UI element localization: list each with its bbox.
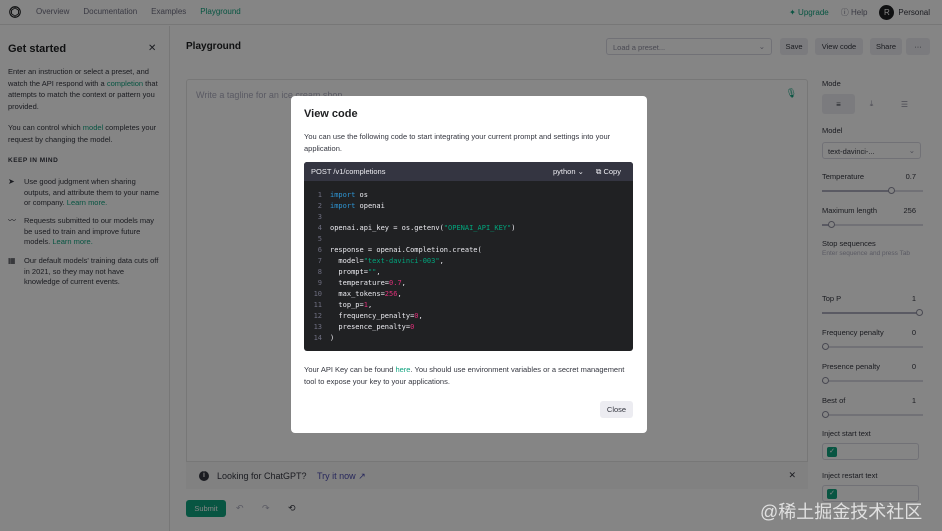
code-token: prompt= [330,268,368,276]
code-text: max_tokens=256, [326,289,402,300]
code-text: import os [326,190,368,201]
code-line: 5 [304,234,633,245]
code-token: ) [511,224,516,232]
code-text: prompt="", [326,267,381,278]
view-code-modal: View code You can use the following code… [291,96,647,433]
code-token: os [355,191,368,199]
code-line: 12 frequency_penalty=0, [304,311,633,322]
line-number: 13 [313,323,322,331]
line-number: 6 [317,246,322,254]
code-token: "OPENAI_API_KEY" [443,224,512,232]
code-token: openai.api_key = os.getenv( [330,224,444,232]
code-token: model= [330,257,364,265]
code-text: frequency_penalty=0, [326,311,423,322]
code-token: 0 [410,323,415,331]
line-number: 1 [317,191,322,199]
api-key-note: Your API Key can be found here. You shou… [304,365,625,386]
line-number: 3 [317,213,322,221]
line-number: 2 [317,202,322,210]
code-line: 9 temperature=0.7, [304,278,633,289]
code-line: 1 import os [304,190,633,201]
code-token: 256 [384,290,398,298]
api-key-link[interactable]: here [395,365,410,374]
line-number: 12 [313,312,322,320]
line-number: 5 [317,235,322,243]
code-token: max_tokens= [330,290,385,298]
code-token: presence_penalty= [330,323,411,331]
code-block: POST /v1/completions python ⌄ ⧉ Copy 1 im… [304,162,633,351]
code-line: 4 openai.api_key = os.getenv("OPENAI_API_… [304,223,633,234]
code-text: ) [326,333,334,344]
code-line: 13 presence_penalty=0 [304,322,633,333]
code-line: 14) [304,333,633,344]
close-button[interactable]: Close [600,401,633,418]
code-lines: 1 import os 2 import openai 3 4 openai.api_key… [304,190,633,344]
code-token: frequency_penalty= [330,312,415,320]
code-line: 2 import openai [304,201,633,212]
line-number: 7 [317,257,322,265]
code-token: openai [355,202,385,210]
modal-intro: You can use the following code to start … [304,132,611,153]
code-text: presence_penalty=0 [326,322,414,333]
code-text: model="text-davinci-003", [326,256,444,267]
line-number: 11 [313,301,322,309]
code-token: import [330,202,356,210]
code-token: import [330,191,356,199]
code-text: import openai [326,201,385,212]
code-token: , [376,268,381,276]
modal-title: View code [304,108,358,120]
code-token: , [439,257,444,265]
line-number: 10 [313,290,322,298]
code-token: response = openai.Completion.create( [330,246,482,254]
code-line: 8 prompt="", [304,267,633,278]
copy-button[interactable]: ⧉ Copy [596,167,621,177]
language-select[interactable]: python ⌄ [553,167,584,176]
code-token: , [397,290,402,298]
line-number: 9 [317,279,322,287]
code-header: POST /v1/completions python ⌄ ⧉ Copy [304,162,633,181]
watermark: @稀土掘金技术社区 [760,502,923,522]
line-number: 14 [313,334,322,342]
code-text: top_p=1, [326,300,372,311]
copy-icon: ⧉ [596,167,602,176]
code-line: 7 model="text-davinci-003", [304,256,633,267]
code-line: 10 max_tokens=256, [304,289,633,300]
code-text: response = openai.Completion.create( [326,245,482,256]
code-line: 3 [304,212,633,223]
line-number: 8 [317,268,322,276]
code-line: 6 response = openai.Completion.create( [304,245,633,256]
code-token: temperature= [330,279,390,287]
code-token: , [401,279,406,287]
line-number: 4 [317,224,322,232]
code-line: 11 top_p=1, [304,300,633,311]
code-token: "text-davinci-003" [363,257,440,265]
code-token: , [367,301,373,309]
code-text: openai.api_key = os.getenv("OPENAI_API_K… [326,223,515,234]
code-token: 0.7 [389,279,402,287]
chevron-down-icon: ⌄ [577,167,584,176]
code-text: temperature=0.7, [326,278,406,289]
code-token: , [418,312,423,320]
code-token: top_p= [330,301,364,309]
code-token: ) [330,334,335,342]
endpoint-label: POST /v1/completions [311,167,386,176]
